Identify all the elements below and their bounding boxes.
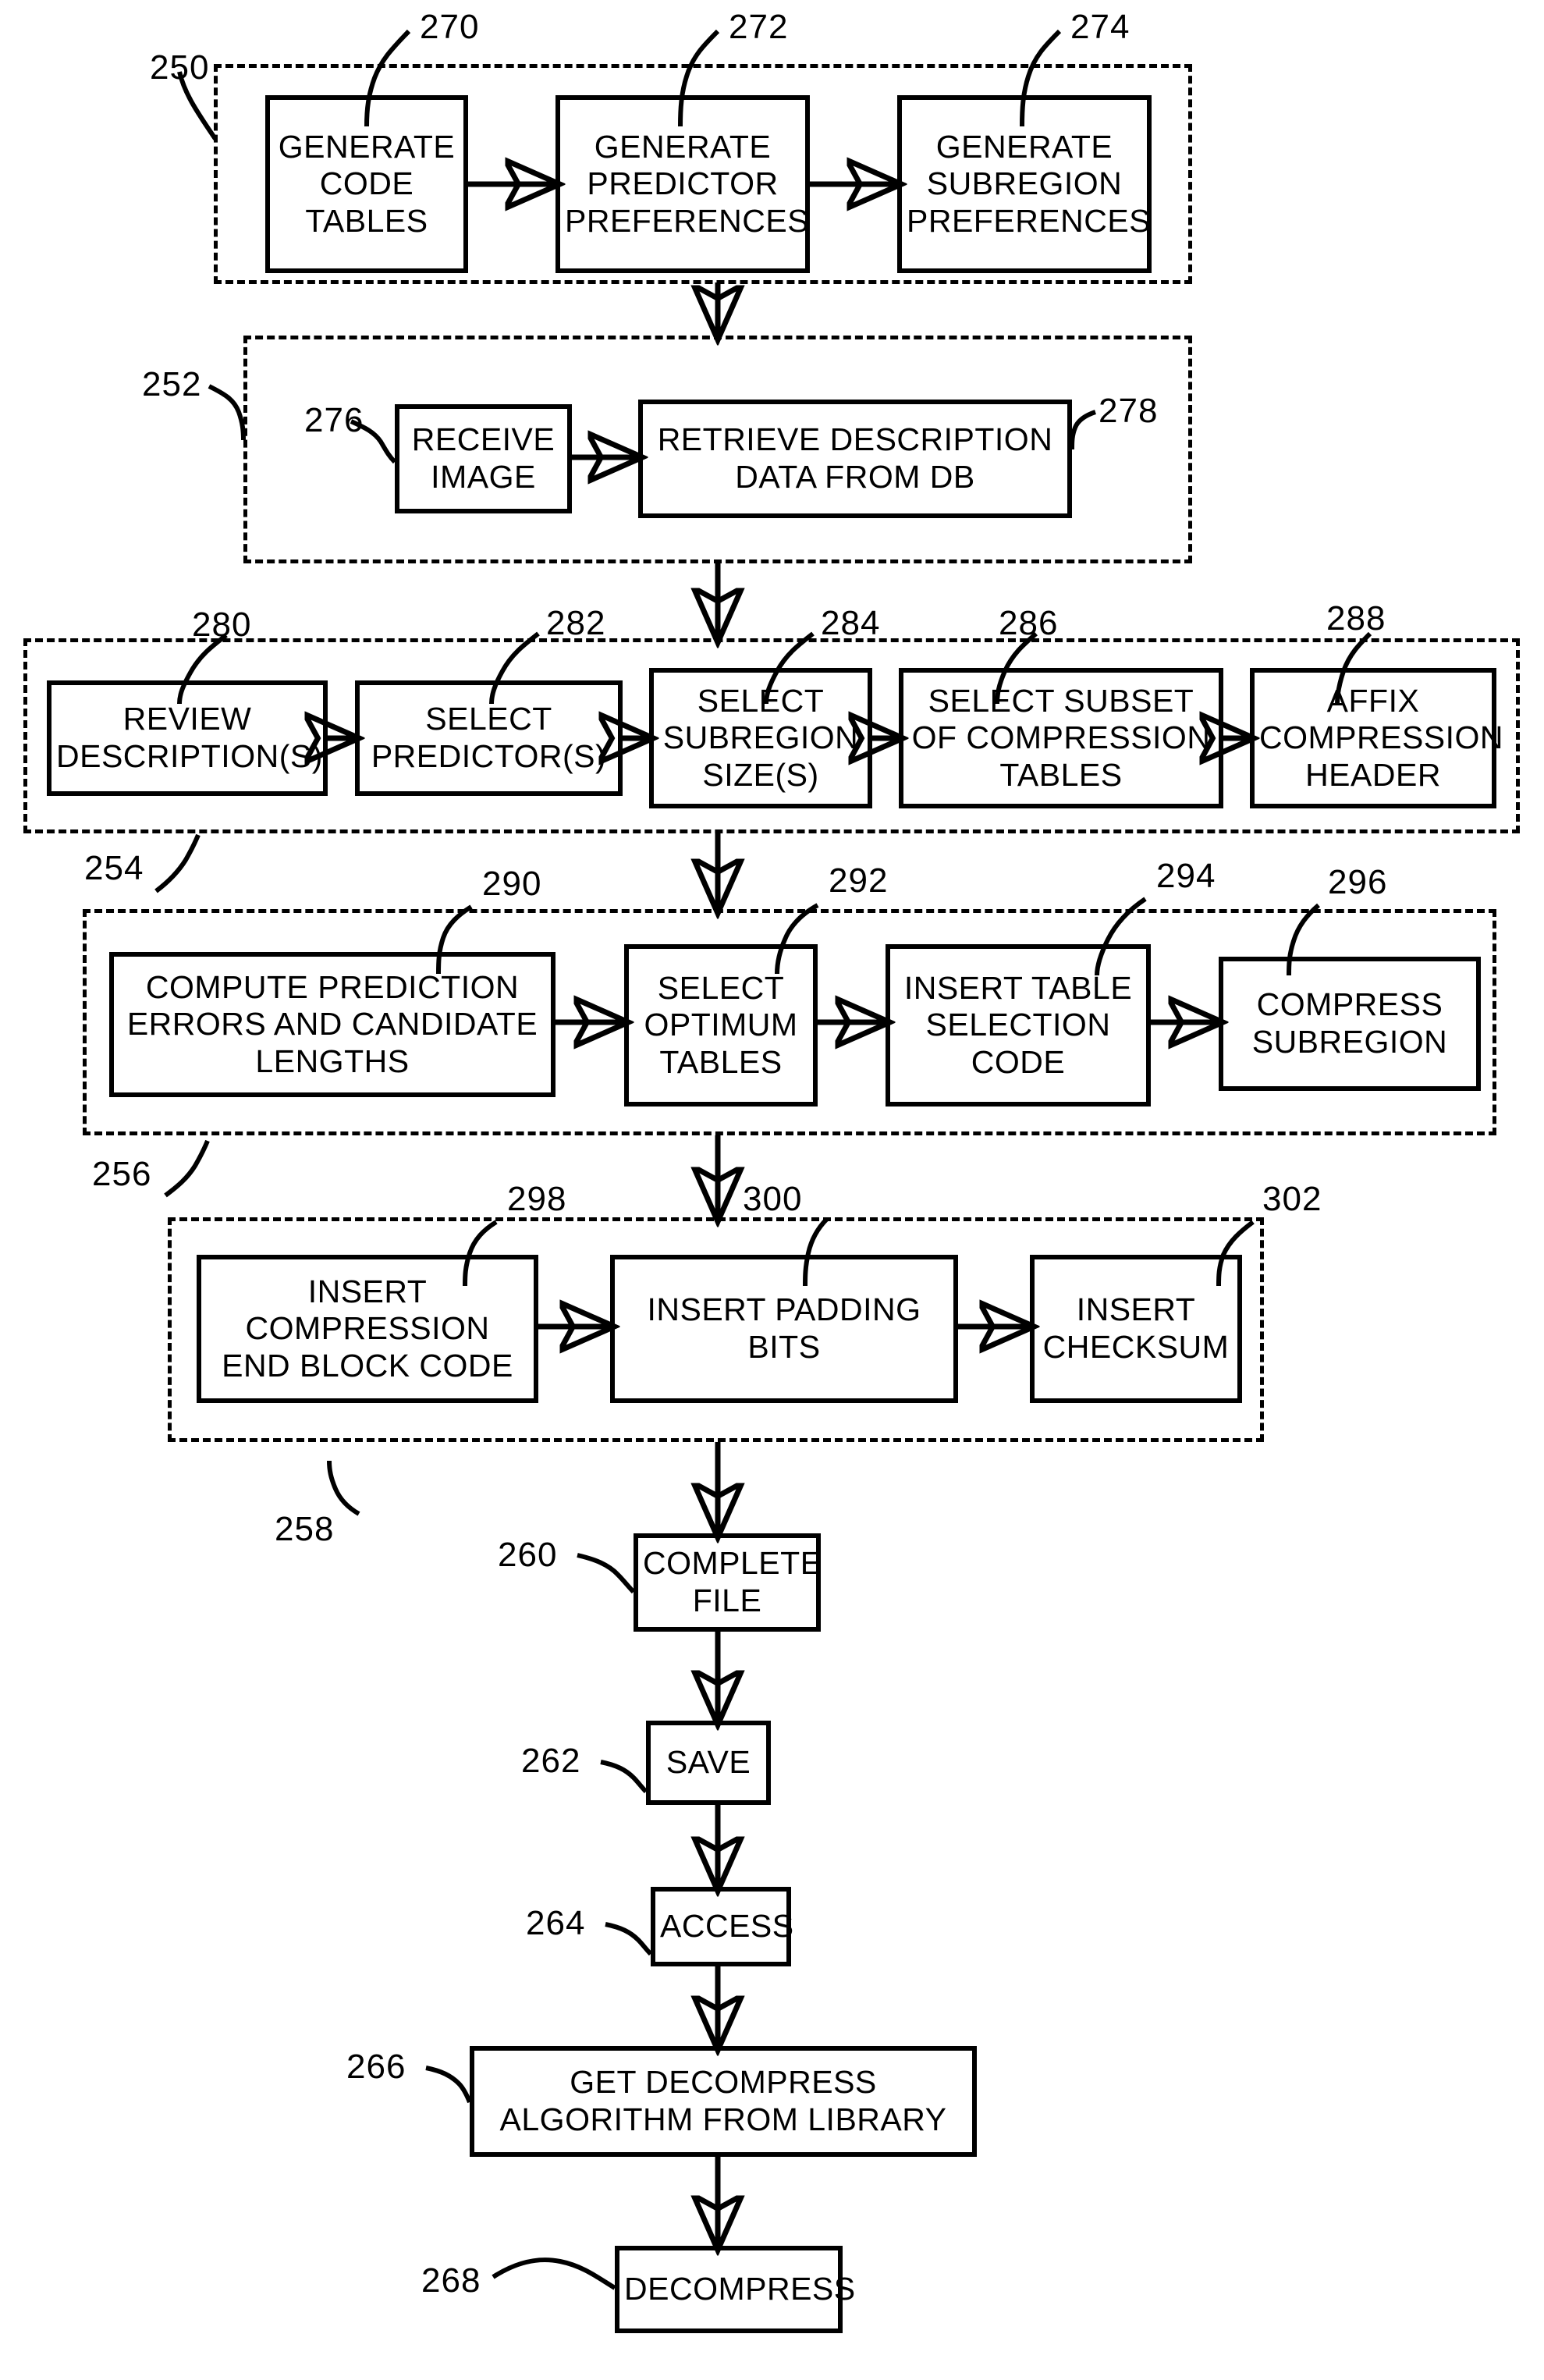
group-ref-252: 252	[142, 365, 202, 403]
step-box-select-subset-compression-tables[interactable]: SELECT SUBSET OF COMPRESSION TABLES	[899, 668, 1223, 808]
step-label: INSERT PADDING BITS	[647, 1291, 921, 1365]
step-ref-296: 296	[1328, 863, 1388, 901]
step-ref-282: 282	[546, 604, 606, 642]
step-box-insert-table-selection-code[interactable]: INSERT TABLE SELECTION CODE	[886, 944, 1151, 1107]
step-box-select-optimum-tables[interactable]: SELECT OPTIMUM TABLES	[624, 944, 818, 1107]
step-ref-294: 294	[1156, 857, 1216, 895]
step-label: SAVE	[666, 1744, 751, 1781]
step-ref-288: 288	[1326, 599, 1386, 638]
step-box-insert-checksum[interactable]: INSERT CHECKSUM	[1030, 1255, 1242, 1403]
group-ref-250: 250	[150, 48, 210, 87]
step-ref-300: 300	[743, 1180, 803, 1218]
group-ref-258: 258	[275, 1510, 335, 1548]
step-label: RECEIVE IMAGE	[411, 421, 555, 495]
step-ref-268: 268	[421, 2261, 481, 2300]
step-box-get-decompress-algorithm[interactable]: GET DECOMPRESS ALGORITHM FROM LIBRARY	[470, 2046, 977, 2157]
step-box-save[interactable]: SAVE	[646, 1721, 771, 1805]
step-box-retrieve-description-data[interactable]: RETRIEVE DESCRIPTION DATA FROM DB	[638, 400, 1072, 518]
step-ref-272: 272	[729, 8, 789, 46]
step-ref-276: 276	[304, 401, 364, 439]
step-label: DECOMPRESS	[624, 2271, 856, 2307]
patent-figure-sheet: 250 GENERATE CODE TABLES 270 GENERATE PR…	[0, 0, 1544, 2380]
step-ref-286: 286	[999, 604, 1059, 642]
step-ref-278: 278	[1099, 392, 1159, 430]
step-ref-266: 266	[346, 2048, 406, 2086]
step-box-select-subregion-sizes[interactable]: SELECT SUBREGION SIZE(S)	[649, 668, 872, 808]
step-box-insert-padding-bits[interactable]: INSERT PADDING BITS	[610, 1255, 958, 1403]
step-box-access[interactable]: ACCESS	[651, 1887, 794, 1966]
step-label: INSERT COMPRESSION END BLOCK CODE	[222, 1273, 513, 1384]
step-label: SELECT OPTIMUM TABLES	[644, 969, 798, 1080]
step-label: RETRIEVE DESCRIPTION DATA FROM DB	[657, 421, 1053, 495]
step-label: COMPRESS SUBREGION	[1251, 986, 1448, 1060]
step-box-generate-code-tables[interactable]: GENERATE CODE TABLES	[265, 95, 468, 273]
step-ref-264: 264	[526, 1904, 586, 1942]
group-ref-254: 254	[84, 849, 144, 887]
step-box-receive-image[interactable]: RECEIVE IMAGE	[395, 404, 572, 513]
step-box-generate-subregion-preferences[interactable]: GENERATE SUBREGION PREFERENCES	[897, 95, 1152, 273]
group-ref-256: 256	[92, 1155, 152, 1193]
step-box-insert-compression-end-block-code[interactable]: INSERT COMPRESSION END BLOCK CODE	[197, 1255, 538, 1403]
step-ref-292: 292	[829, 861, 889, 900]
step-ref-270: 270	[420, 8, 480, 46]
step-box-compress-subregion[interactable]: COMPRESS SUBREGION	[1219, 957, 1481, 1091]
step-label: ACCESS	[660, 1908, 794, 1945]
step-label: GENERATE SUBREGION PREFERENCES	[907, 128, 1152, 239]
step-ref-280: 280	[192, 606, 252, 644]
step-label: SELECT PREDICTOR(S)	[371, 701, 607, 774]
step-ref-260: 260	[498, 1536, 558, 1574]
step-label: INSERT CHECKSUM	[1042, 1291, 1230, 1365]
step-box-generate-predictor-preferences[interactable]: GENERATE PREDICTOR PREFERENCES	[555, 95, 810, 273]
step-label: GENERATE CODE TABLES	[278, 128, 456, 239]
step-label: COMPUTE PREDICTION ERRORS AND CANDIDATE …	[126, 968, 538, 1079]
step-label: SELECT SUBSET OF COMPRESSION TABLES	[911, 682, 1211, 793]
step-box-affix-compression-header[interactable]: AFFIX COMPRESSION HEADER	[1250, 668, 1504, 808]
step-label: SELECT SUBREGION SIZE(S)	[662, 682, 859, 793]
step-label: GET DECOMPRESS ALGORITHM FROM LIBRARY	[499, 2064, 947, 2137]
step-ref-298: 298	[507, 1180, 567, 1218]
step-box-compute-prediction-errors[interactable]: COMPUTE PREDICTION ERRORS AND CANDIDATE …	[109, 952, 555, 1097]
step-label: GENERATE PREDICTOR PREFERENCES	[565, 128, 810, 239]
step-box-complete-file[interactable]: COMPLETE FILE	[634, 1533, 822, 1632]
step-ref-284: 284	[821, 604, 881, 642]
step-ref-262: 262	[521, 1742, 581, 1780]
step-box-review-descriptions[interactable]: REVIEW DESCRIPTION(S)	[47, 680, 328, 796]
step-label: REVIEW DESCRIPTION(S)	[56, 701, 323, 774]
step-ref-302: 302	[1262, 1180, 1322, 1218]
step-label: INSERT TABLE SELECTION CODE	[903, 969, 1133, 1080]
step-label: COMPLETE FILE	[643, 1545, 822, 1618]
step-box-select-predictors[interactable]: SELECT PREDICTOR(S)	[355, 680, 623, 796]
step-label: AFFIX COMPRESSION HEADER	[1259, 682, 1504, 793]
step-ref-290: 290	[482, 865, 542, 903]
step-ref-274: 274	[1070, 8, 1130, 46]
step-box-decompress[interactable]: DECOMPRESS	[615, 2246, 856, 2333]
